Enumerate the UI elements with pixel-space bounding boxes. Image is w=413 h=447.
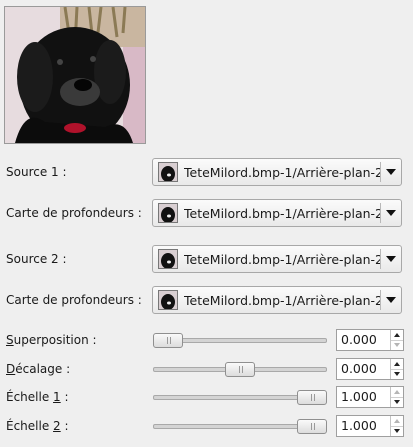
decrement-button[interactable] [391, 368, 403, 380]
echelle2-value[interactable]: 1.000 [337, 416, 390, 436]
chevron-down-icon[interactable] [381, 210, 401, 216]
echelle1-label: Échelle 1 : [6, 390, 69, 404]
chevron-down-icon[interactable] [381, 297, 401, 303]
source2-combo[interactable]: TeteMilord.bmp-1/Arrière-plan-2 [152, 245, 402, 273]
increment-button[interactable] [391, 330, 403, 340]
layer-thumbnail-icon [158, 249, 178, 269]
echelle1-slider-handle[interactable] [297, 390, 327, 405]
increment-button[interactable] [391, 416, 403, 426]
source2-label: Source 2 : [6, 252, 67, 266]
decalage-spinbutton[interactable]: 0.000 [336, 358, 404, 380]
echelle2-spinbutton[interactable]: 1.000 [336, 415, 404, 437]
echelle1-value[interactable]: 1.000 [337, 387, 390, 407]
chevron-down-icon[interactable] [381, 256, 401, 262]
superposition-spinbutton[interactable]: 0.000 [336, 329, 404, 351]
source2-value: TeteMilord.bmp-1/Arrière-plan-2 [184, 251, 380, 267]
echelle1-spinbutton[interactable]: 1.000 [336, 386, 404, 408]
dog-photo-preview-icon [5, 7, 145, 143]
depthmap2-label: Carte de profondeurs : [6, 293, 142, 307]
image-preview [4, 6, 146, 144]
layer-thumbnail-icon [158, 290, 178, 310]
source1-label: Source 1 : [6, 165, 67, 179]
source1-combo[interactable]: TeteMilord.bmp-1/Arrière-plan-2 [152, 158, 402, 186]
echelle2-slider-handle[interactable] [297, 419, 327, 434]
depthmap2-combo[interactable]: TeteMilord.bmp-1/Arrière-plan-2 [152, 286, 402, 314]
chevron-down-icon[interactable] [381, 169, 401, 175]
decalage-slider-handle[interactable] [225, 362, 255, 377]
depthmap1-value: TeteMilord.bmp-1/Arrière-plan-2 [184, 205, 380, 221]
decrement-button[interactable] [391, 396, 403, 408]
layer-thumbnail-icon [158, 203, 178, 223]
increment-button[interactable] [391, 387, 403, 397]
increment-button[interactable] [391, 359, 403, 369]
decalage-value[interactable]: 0.000 [337, 359, 390, 379]
decrement-button[interactable] [391, 425, 403, 437]
superposition-slider-handle[interactable] [153, 333, 183, 348]
layer-thumbnail-icon [158, 162, 178, 182]
depthmap2-value: TeteMilord.bmp-1/Arrière-plan-2 [184, 292, 380, 308]
source1-value: TeteMilord.bmp-1/Arrière-plan-2 [184, 164, 380, 180]
decalage-label: Décalage : [6, 362, 71, 376]
superposition-value[interactable]: 0.000 [337, 330, 390, 350]
depthmap1-combo[interactable]: TeteMilord.bmp-1/Arrière-plan-2 [152, 199, 402, 227]
superposition-label: Superposition : [6, 333, 97, 347]
decrement-button[interactable] [391, 339, 403, 351]
echelle2-label: Échelle 2 : [6, 419, 69, 433]
depthmap1-label: Carte de profondeurs : [6, 206, 142, 220]
